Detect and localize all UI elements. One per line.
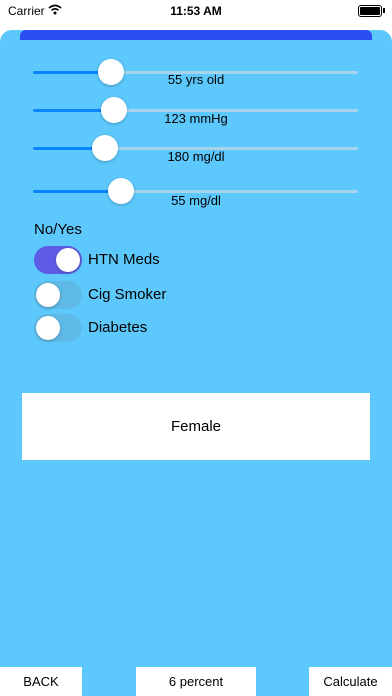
switch-knob (36, 283, 60, 307)
back-button[interactable]: BACK (0, 667, 82, 696)
switch-knob (36, 316, 60, 340)
switch-knob (56, 248, 80, 272)
clock: 11:53 AM (170, 4, 222, 18)
hdl-value: 55 mg/dl (171, 193, 221, 208)
calculate-button[interactable]: Calculate (309, 667, 392, 696)
blood-pressure-value: 123 mmHg (164, 111, 228, 126)
diabetes-switch[interactable] (34, 314, 82, 342)
htn-meds-switch[interactable] (34, 246, 82, 274)
htn-meds-label: HTN Meds (88, 251, 160, 268)
cig-smoker-switch[interactable] (34, 281, 82, 309)
result-button[interactable]: 6 percent (136, 667, 256, 696)
main-panel (0, 30, 392, 696)
header-bar (20, 30, 372, 40)
battery-icon (358, 5, 382, 17)
cholesterol-value: 180 mg/dl (167, 149, 225, 164)
no-yes-label: No/Yes (34, 221, 82, 238)
age-value: 55 yrs old (167, 72, 225, 87)
status-bar: Carrier 11:53 AM (0, 0, 392, 22)
gender-button[interactable]: Female (22, 393, 370, 460)
diabetes-label: Diabetes (88, 319, 148, 336)
battery-tip (383, 8, 385, 13)
cig-smoker-label: Cig Smoker (88, 286, 167, 303)
